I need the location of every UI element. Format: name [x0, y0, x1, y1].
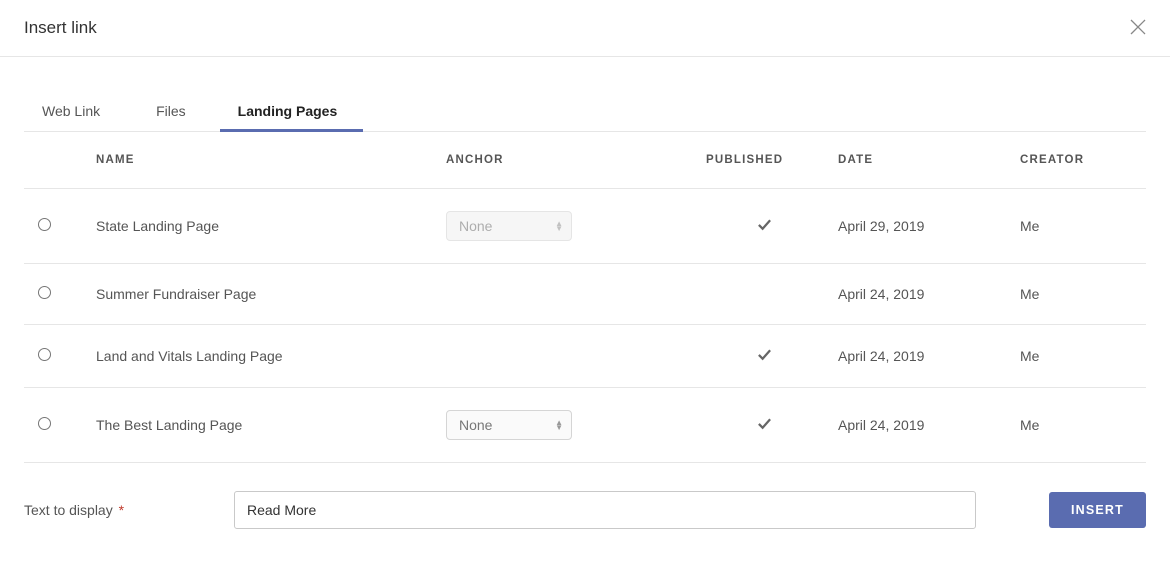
tab-web-link[interactable]: Web Link [24, 93, 130, 131]
check-icon [757, 418, 772, 434]
select-arrows-icon: ▲▼ [555, 420, 563, 430]
display-label-text: Text to display [24, 502, 113, 518]
row-creator: Me [1012, 264, 1146, 325]
row-radio[interactable] [38, 348, 51, 361]
row-published [698, 325, 830, 388]
close-icon[interactable] [1130, 19, 1146, 38]
row-published [698, 388, 830, 463]
table-row: Land and Vitals Landing Page April 24, 20… [24, 325, 1146, 388]
col-name[interactable]: Name [88, 132, 438, 189]
col-creator[interactable]: Creator [1012, 132, 1146, 189]
check-icon [757, 349, 772, 365]
anchor-value: None [459, 218, 492, 234]
tab-landing-pages[interactable]: Landing Pages [212, 93, 364, 131]
text-to-display-input[interactable] [234, 491, 976, 529]
insert-button[interactable]: Insert [1049, 492, 1146, 528]
col-published[interactable]: Published [698, 132, 830, 189]
table-row: State Landing Page None ▲▼ April 29, 2019Me [24, 189, 1146, 264]
row-date: April 24, 2019 [830, 325, 1012, 388]
row-date: April 24, 2019 [830, 264, 1012, 325]
check-icon [757, 219, 772, 235]
row-radio[interactable] [38, 286, 51, 299]
row-anchor-cell: None ▲▼ [438, 189, 698, 264]
row-anchor-cell [438, 325, 698, 388]
anchor-select[interactable]: None ▲▼ [446, 410, 572, 440]
select-arrows-icon: ▲▼ [555, 221, 563, 231]
row-creator: Me [1012, 388, 1146, 463]
anchor-value: None [459, 417, 492, 433]
table-row: Summer Fundraiser Page April 24, 2019Me [24, 264, 1146, 325]
row-anchor-cell: None ▲▼ [438, 388, 698, 463]
row-date: April 24, 2019 [830, 388, 1012, 463]
anchor-select: None ▲▼ [446, 211, 572, 241]
col-date[interactable]: Date [830, 132, 1012, 189]
row-anchor-cell [438, 264, 698, 325]
row-published [698, 189, 830, 264]
tabs: Web Link Files Landing Pages [24, 93, 1146, 132]
modal-body: Web Link Files Landing Pages Name Anchor… [0, 93, 1170, 529]
table-row: The Best Landing Page None ▲▼ April 24, 201… [24, 388, 1146, 463]
row-radio[interactable] [38, 417, 51, 430]
tab-files[interactable]: Files [130, 93, 212, 131]
row-name: Land and Vitals Landing Page [88, 325, 438, 388]
required-indicator: * [119, 502, 124, 518]
row-name: Summer Fundraiser Page [88, 264, 438, 325]
row-creator: Me [1012, 189, 1146, 264]
footer-row: Text to display * Insert [24, 491, 1146, 529]
modal-title: Insert link [24, 18, 97, 38]
col-anchor[interactable]: Anchor [438, 132, 698, 189]
col-select [24, 132, 88, 189]
row-radio[interactable] [38, 218, 51, 231]
landing-pages-table: Name Anchor Published Date Creator State… [24, 132, 1146, 463]
modal-header: Insert link [0, 0, 1170, 57]
row-creator: Me [1012, 325, 1146, 388]
row-published [698, 264, 830, 325]
row-name: State Landing Page [88, 189, 438, 264]
row-date: April 29, 2019 [830, 189, 1012, 264]
text-to-display-label: Text to display * [24, 502, 222, 518]
row-name: The Best Landing Page [88, 388, 438, 463]
